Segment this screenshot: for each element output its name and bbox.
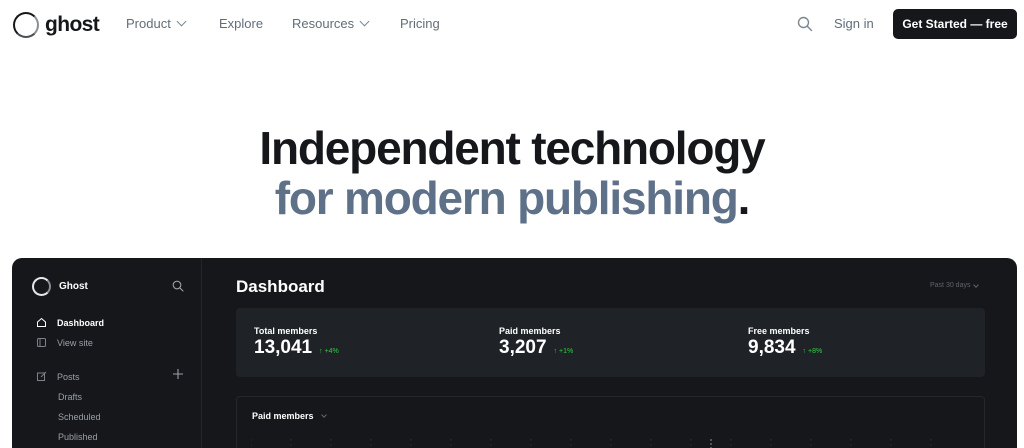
stats-card: Total members 13,041 ↑ +4% Paid members 3… <box>236 308 985 377</box>
dashboard-title: Dashboard <box>236 277 325 296</box>
stat-paid-members: Paid members 3,207 ↑ +1% <box>499 326 573 359</box>
nav-item-pricing[interactable]: Pricing <box>400 16 440 31</box>
stat-delta: ↑ +4% <box>319 348 339 355</box>
sidebar-item-dashboard[interactable]: Dashboard <box>36 317 104 328</box>
home-icon <box>37 317 46 327</box>
sidebar-subitem-published[interactable]: Published <box>58 432 98 442</box>
stat-delta-value: +1% <box>559 348 574 355</box>
nav-item-product[interactable]: Product <box>126 16 187 31</box>
hero-headline-line1: Independent technology <box>259 122 765 174</box>
brand-name: ghost <box>45 13 100 36</box>
nav-item-explore[interactable]: Explore <box>219 16 263 31</box>
sidebar-item-label: Posts <box>57 371 80 382</box>
date-range-select[interactable]: Past 30 days <box>930 281 980 289</box>
chevron-down-icon <box>320 412 327 418</box>
stat-free-members: Free members 9,834 ↑ +8% <box>748 326 822 359</box>
stat-label: Total members <box>254 326 318 336</box>
dashboard-brand[interactable]: Ghost <box>32 277 88 296</box>
dashboard-sidebar: Ghost Dashboard View site Posts Drafts S… <box>12 258 202 448</box>
add-post-icon[interactable] <box>172 368 184 380</box>
search-icon[interactable] <box>797 16 813 32</box>
stat-value: 9,834 <box>748 337 796 358</box>
sidebar-item-view-site[interactable]: View site <box>36 337 93 348</box>
date-range-label: Past 30 days <box>930 282 971 289</box>
chevron-down-icon <box>973 281 980 288</box>
hero-headline-accent: for modern publishing <box>274 172 739 224</box>
chart-grid <box>251 439 932 448</box>
stat-delta-value: +8% <box>808 348 823 355</box>
signin-link[interactable]: Sign in <box>834 16 874 31</box>
stat-label: Free members <box>748 326 810 336</box>
sidebar-item-label: Dashboard <box>57 317 105 328</box>
dashboard-brand-name: Ghost <box>59 281 88 292</box>
stat-total-members: Total members 13,041 ↑ +4% <box>254 326 339 359</box>
paid-members-chart-card: Paid members <box>236 396 985 448</box>
chevron-down-icon <box>359 16 370 27</box>
chevron-down-icon <box>176 16 187 27</box>
ghost-logo[interactable]: ghost <box>13 12 100 38</box>
sidebar-item-label: View site <box>57 337 93 348</box>
top-nav: ghost Product Explore Resources Pricing … <box>0 0 1024 50</box>
stat-delta: ↑ +8% <box>802 348 823 355</box>
stat-label: Paid members <box>499 326 561 336</box>
hero-headline-line2: for modern publishing. <box>0 174 1024 222</box>
search-icon[interactable] <box>172 280 184 292</box>
hero-period: . <box>737 172 751 224</box>
stat-value: 13,041 <box>254 337 313 358</box>
sidebar-subitem-drafts[interactable]: Drafts <box>58 392 82 402</box>
nav-item-resources[interactable]: Resources <box>292 16 370 31</box>
stat-delta-value: +4% <box>324 348 339 355</box>
sidebar-item-posts[interactable]: Posts <box>36 371 80 382</box>
chart-metric-select[interactable]: Paid members <box>252 411 327 421</box>
get-started-button[interactable]: Get Started — free <box>893 9 1017 39</box>
edit-icon <box>37 371 47 381</box>
stat-value: 3,207 <box>499 337 547 358</box>
sidebar-subitem-scheduled[interactable]: Scheduled <box>58 412 101 422</box>
ghost-logo-icon <box>32 277 51 296</box>
nav-item-label: Pricing <box>400 16 440 31</box>
stat-delta: ↑ +1% <box>553 348 574 355</box>
ghost-logo-icon <box>13 12 39 38</box>
browser-icon <box>37 338 46 347</box>
nav-item-label: Explore <box>219 16 264 31</box>
hero: Independent technology for modern publis… <box>0 122 1024 222</box>
nav-item-label: Product <box>126 16 171 31</box>
nav-item-label: Resources <box>292 16 355 31</box>
chart-title: Paid members <box>252 411 314 421</box>
dashboard-preview: Ghost Dashboard View site Posts Drafts S… <box>12 258 1017 448</box>
